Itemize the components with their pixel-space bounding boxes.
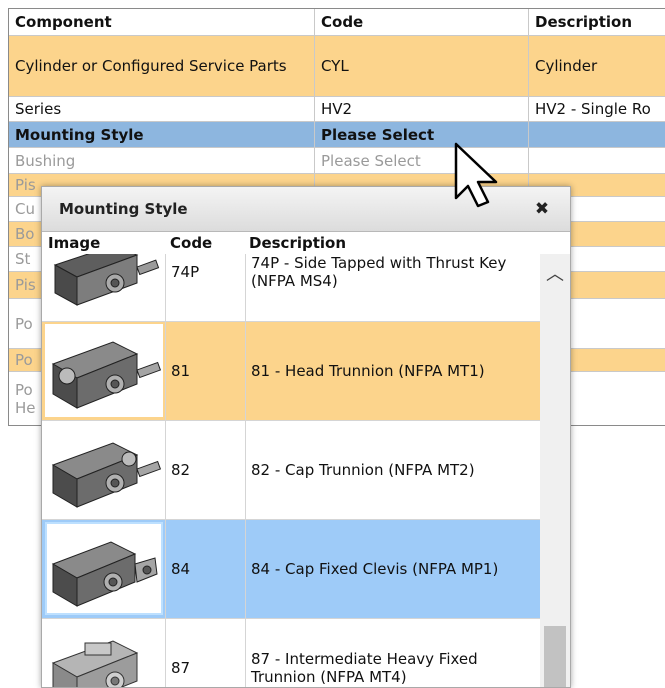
option-row-81[interactable]: 81 81 - Head Trunnion (NFPA MT1) xyxy=(42,322,540,421)
mouse-pointer-icon xyxy=(454,142,498,208)
cylinder-image xyxy=(45,423,163,516)
dialog-title: Mounting Style xyxy=(59,200,188,218)
list-scrollbar[interactable]: ︿ xyxy=(540,254,570,687)
table-row[interactable]: Bushing Please Select xyxy=(9,148,665,174)
description-cell: HV2 - Single Ro xyxy=(529,97,665,121)
description-cell: 84 - Cap Fixed Clevis (NFPA MP1) xyxy=(251,560,499,578)
header-code: Code xyxy=(170,234,213,252)
code-cell: CYL xyxy=(315,36,529,96)
cylinder-image xyxy=(45,522,163,615)
code-cell: 74P xyxy=(166,254,246,321)
code-cell: HV2 xyxy=(315,97,529,121)
cylinder-82-icon xyxy=(51,442,162,508)
component-cell: Mounting Style xyxy=(9,122,315,147)
description-cell xyxy=(529,148,665,173)
header-code: Code xyxy=(315,9,529,35)
code-cell: 81 xyxy=(166,322,246,420)
code-cell: 84 xyxy=(166,520,246,618)
code-cell: 87 xyxy=(166,619,246,687)
cylinder-74p-icon xyxy=(53,254,160,306)
option-row-87[interactable]: 87 87 - Intermediate Heavy Fixed Trunnio… xyxy=(42,619,540,687)
code-cell: 82 xyxy=(166,421,246,519)
header-image: Image xyxy=(48,234,101,252)
cylinder-image xyxy=(45,254,163,318)
description-cell: 74P - Side Tapped with Thrust Key (NFPA … xyxy=(251,254,507,290)
list-header: Image Code Description xyxy=(42,232,570,254)
cylinder-image xyxy=(45,324,163,417)
cylinder-image xyxy=(45,621,163,687)
chevron-up-icon[interactable]: ︿ xyxy=(544,264,566,286)
table-row[interactable]: Series HV2 HV2 - Single Ro xyxy=(9,97,665,122)
image-cell xyxy=(42,619,166,687)
description-cell: 87 - Intermediate Heavy Fixed Trunnion (… xyxy=(251,650,478,686)
description-cell xyxy=(529,122,665,147)
option-row-84[interactable]: 84 84 - Cap Fixed Clevis (NFPA MP1) xyxy=(42,520,540,619)
table-header-row: Component Code Description xyxy=(9,9,665,36)
mounting-style-dialog: Mounting Style ✖ Image Code Description xyxy=(41,186,571,688)
cylinder-81-icon xyxy=(51,341,162,409)
image-cell xyxy=(42,254,166,321)
scroll-thumb[interactable] xyxy=(544,626,566,687)
description-cell: 82 - Cap Trunnion (NFPA MT2) xyxy=(251,461,475,479)
header-description: Description xyxy=(249,234,347,252)
header-description: Description xyxy=(529,9,665,35)
header-component: Component xyxy=(9,9,315,35)
option-row-74p[interactable]: 74P 74P - Side Tapped with Thrust Key (N… xyxy=(42,254,540,322)
component-cell: Series xyxy=(9,97,315,121)
option-row-82[interactable]: 82 82 - Cap Trunnion (NFPA MT2) xyxy=(42,421,540,520)
description-cell: Cylinder xyxy=(529,36,665,96)
close-icon[interactable]: ✖ xyxy=(533,200,551,218)
cylinder-84-icon xyxy=(51,541,158,607)
image-cell xyxy=(42,421,166,519)
option-list[interactable]: 74P 74P - Side Tapped with Thrust Key (N… xyxy=(42,254,540,687)
table-row[interactable]: Cylinder or Configured Service Parts CYL… xyxy=(9,36,665,97)
table-row-active[interactable]: Mounting Style Please Select xyxy=(9,122,665,148)
description-cell: 81 - Head Trunnion (NFPA MT1) xyxy=(251,362,485,380)
component-cell: Bushing xyxy=(9,148,315,173)
image-cell xyxy=(42,322,166,420)
image-cell xyxy=(42,520,166,618)
component-cell: Cylinder or Configured Service Parts xyxy=(9,36,315,96)
cylinder-87-icon xyxy=(51,640,139,687)
